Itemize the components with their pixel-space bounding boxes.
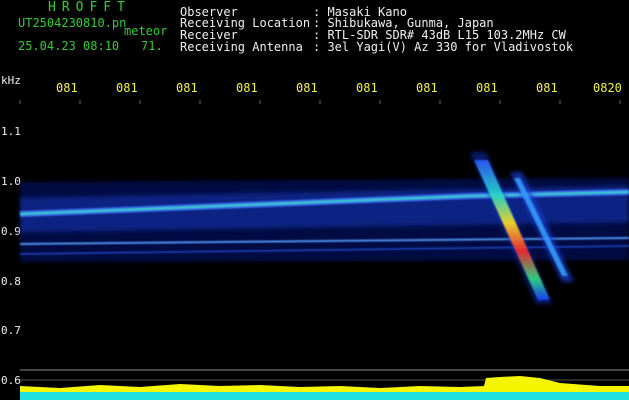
spectrogram <box>19 100 629 400</box>
time-tick-marks <box>19 100 621 104</box>
